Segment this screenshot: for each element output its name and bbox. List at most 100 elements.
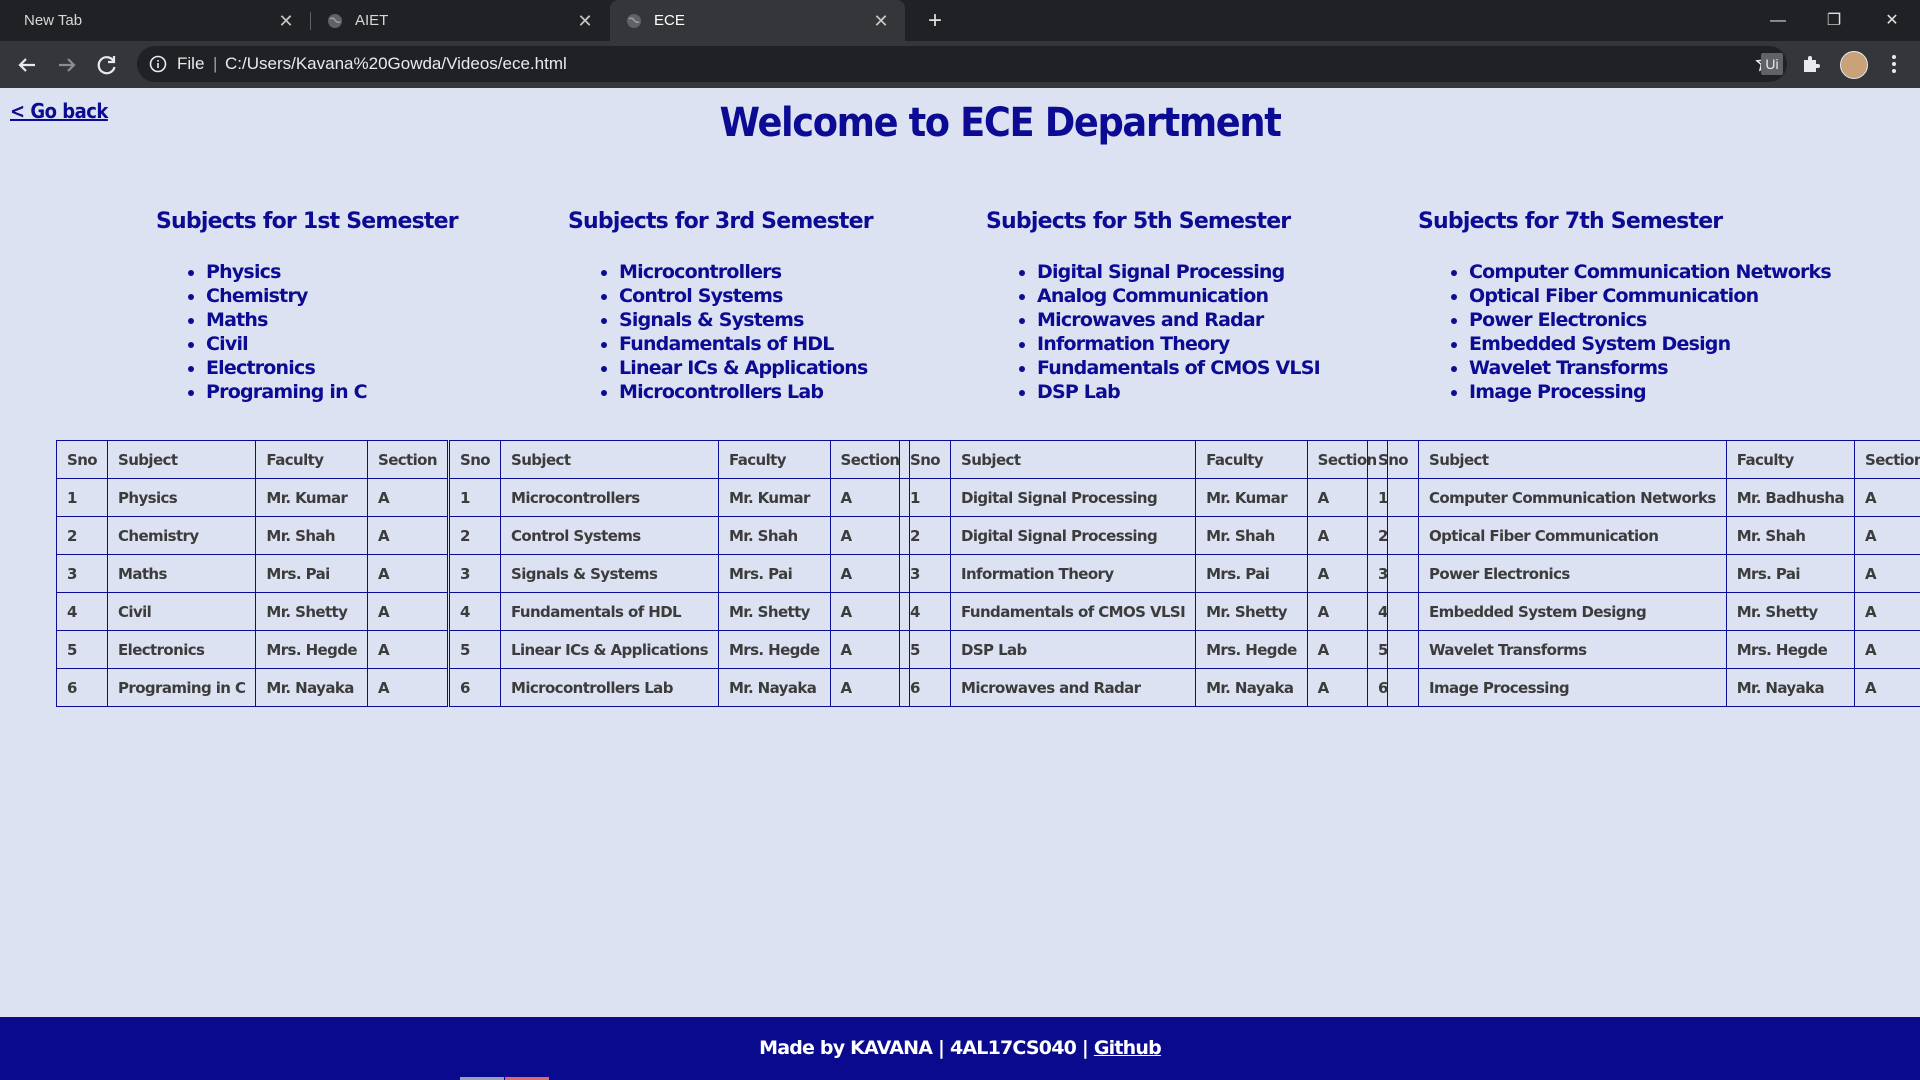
list-item: Microcontrollers Lab [619,380,867,404]
table-cell: Mrs. Hegde [1195,630,1308,669]
close-window-icon[interactable]: ✕ [1864,0,1920,41]
list-item: Fundamentals of HDL [619,332,867,356]
table-cell: 1 [899,478,951,517]
table-row: 3 Power Electronics Mrs. Pai A [1367,554,1920,593]
table-header: Section [829,440,911,479]
tab-ece[interactable]: ECE ✕ [610,0,905,41]
table-cell: A [829,668,911,707]
table-cell: 3 [449,554,501,593]
tab-new-tab[interactable]: New Tab ✕ [0,0,310,41]
table-cell: A [366,554,448,593]
profile-avatar[interactable] [1840,51,1868,79]
table-cell: Mr. Kumar [255,478,368,517]
semester-3-faculty-table: Sno Subject Faculty Section 1 Microcontro… [449,440,911,707]
table-row: 3 Signals & Systems Mrs. Pai A [449,554,911,593]
table-row: 6 Image Processing Mr. Nayaka A [1367,668,1920,707]
more-menu-icon[interactable] [1883,53,1905,75]
github-link[interactable]: Github [1094,1037,1162,1059]
list-item: Signals & Systems [619,308,867,332]
table-cell: Mr. Shah [1725,516,1856,555]
table-cell: Mr. Nayaka [1195,668,1308,707]
address-separator: | [213,54,218,73]
table-cell: Fundamentals of CMOS VLSI [949,592,1197,631]
reload-icon[interactable] [91,49,123,81]
table-cell: A [1854,554,1920,593]
table-row: 6 Microcontrollers Lab Mr. Nayaka A [449,668,911,707]
browser-toolbar: File | C:/Users/Kavana%20Gowda/Videos/ec… [0,41,1920,88]
table-cell: 1 [56,478,108,517]
table-header-row: Sno Subject Faculty Section [1367,440,1920,479]
list-item: DSP Lab [1037,380,1320,404]
table-cell: Mrs. Pai [1195,554,1308,593]
close-icon[interactable]: ✕ [274,9,298,33]
table-cell: Linear ICs & Applications [500,630,719,669]
close-icon[interactable]: ✕ [573,9,597,33]
new-tab-button[interactable]: + [920,6,950,36]
table-cell: Optical Fiber Communication [1418,516,1727,555]
table-cell: 3 [899,554,951,593]
table-cell: Microcontrollers Lab [500,668,719,707]
table-cell: 2 [56,516,108,555]
tab-aiet[interactable]: AIET ✕ [311,0,609,41]
table-cell: Embedded System Designg [1418,592,1727,631]
forward-arrow-icon[interactable] [51,49,83,81]
table-header: Faculty [255,440,368,479]
table-cell: Mr. Nayaka [255,668,368,707]
minimize-icon[interactable]: — [1750,0,1806,41]
table-row: 4 Civil Mr. Shetty A [56,592,448,631]
table-cell: A [1854,516,1920,555]
semester-1-subject-list: Physics Chemistry Maths Civil Electronic… [180,260,368,404]
table-cell: Mr. Nayaka [717,668,831,707]
table-cell: A [1854,630,1920,669]
table-cell: 3 [56,554,108,593]
table-row: 2 Control Systems Mr. Shah A [449,516,911,555]
extension-ui-icon[interactable]: Ui [1761,53,1783,75]
address-bar[interactable]: File | C:/Users/Kavana%20Gowda/Videos/ec… [137,46,1787,82]
table-header: Subject [1418,440,1727,479]
table-header: Faculty [1725,440,1856,479]
table-cell: 1 [1367,478,1419,517]
puzzle-icon[interactable] [1800,53,1822,75]
table-cell: Wavelet Transforms [1418,630,1727,669]
table-cell: Digital Signal Processing [949,478,1197,517]
list-item: Programing in C [206,380,368,404]
semester-3-subject-list: Microcontrollers Control Systems Signals… [593,260,868,404]
table-cell: Information Theory [949,554,1197,593]
close-icon[interactable]: ✕ [869,9,893,33]
table-cell: 5 [56,630,108,669]
table-cell: 5 [1367,630,1419,669]
table-cell: A [829,630,911,669]
table-row: 2 Optical Fiber Communication Mr. Shah A [1367,516,1920,555]
table-cell: Mr. Shetty [1195,592,1308,631]
globe-icon [328,13,342,28]
footer: Made by KAVANA | 4AL17CS040 | Github [0,1017,1920,1080]
list-item: Linear ICs & Applications [619,356,868,380]
list-item: Computer Communication Networks [1469,260,1832,284]
table-cell: Mrs. Pai [255,554,368,593]
info-icon[interactable] [149,55,167,73]
table-cell: Fundamentals of HDL [500,592,719,631]
table-cell: Physics [106,478,257,517]
restore-icon[interactable]: ❐ [1806,0,1862,41]
table-cell: Mr. Shah [1195,516,1308,555]
table-header: Section [1854,440,1920,479]
table-cell: Mr. Badhusha [1725,478,1856,517]
table-header: Section [366,440,448,479]
url-text[interactable]: C:/Users/Kavana%20Gowda/Videos/ece.html [225,54,567,74]
list-item: Physics [206,260,367,284]
semester-3-heading: Subjects for 3rd Semester [568,209,874,234]
table-header: Sno [56,440,108,479]
table-cell: Computer Communication Networks [1418,478,1727,517]
table-header-row: Sno Subject Faculty Section [449,440,911,479]
table-header: Sno [1367,440,1419,479]
table-row: 3 Information Theory Mrs. Pai A [899,554,1388,593]
table-row: 5 Electronics Mrs. Hegde A [56,630,448,669]
semester-7-subject-list: Computer Communication Networks Optical … [1443,260,1832,404]
table-header: Subject [106,440,257,479]
semester-7-faculty-table: Sno Subject Faculty Section 1 Computer Co… [1367,440,1920,707]
table-cell: A [366,668,448,707]
table-cell: Mr. Kumar [1195,478,1308,517]
table-header-row: Sno Subject Faculty Section [899,440,1388,479]
list-item: Civil [206,332,367,356]
back-arrow-icon[interactable] [11,49,43,81]
